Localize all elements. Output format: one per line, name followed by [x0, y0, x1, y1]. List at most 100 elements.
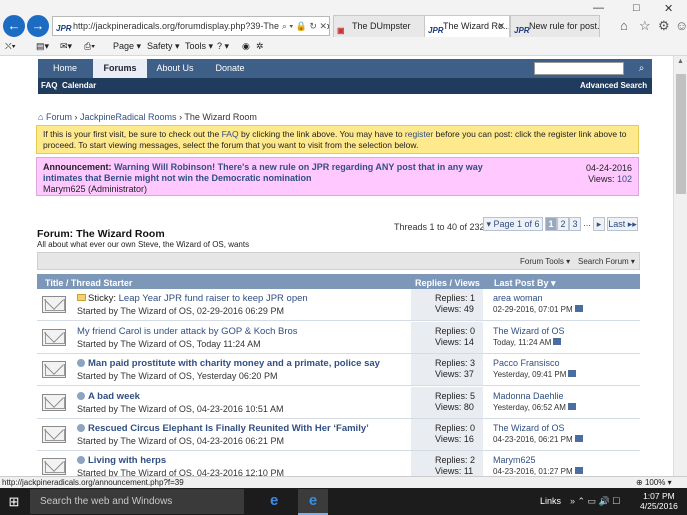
page-menu[interactable]: Page ▾ — [113, 41, 141, 52]
print-icon[interactable]: ⎙▾ — [84, 41, 95, 52]
last-post-author[interactable]: The Wizard of OS — [493, 326, 565, 337]
col-title[interactable]: Title / Thread Starter — [45, 278, 132, 288]
safety-menu[interactable]: Safety ▾ — [147, 41, 180, 52]
taskbar-clock[interactable]: 1:07 PM 4/25/2016 — [640, 491, 678, 511]
nav-about-us[interactable]: About Us — [151, 59, 199, 78]
zoom-level[interactable]: ⊕ 100% ▾ — [636, 477, 672, 488]
windows-start-icon[interactable]: ⊞ — [0, 488, 28, 515]
thread-title[interactable]: My friend Carol is under attack by GOP &… — [77, 326, 298, 337]
thread-title[interactable]: Man paid prostitute with charity money a… — [77, 358, 380, 369]
research-icon[interactable]: ◉ — [242, 41, 250, 52]
register-link[interactable]: register — [405, 129, 433, 139]
page-1[interactable]: 1 — [545, 217, 557, 231]
help-menu[interactable]: ? ▾ — [217, 41, 229, 52]
thread-title[interactable]: Rescued Circus Elephant Is Finally Reuni… — [77, 423, 369, 434]
faq-link[interactable]: FAQ — [222, 129, 239, 139]
feeds-icon[interactable]: ▤▾ — [36, 41, 49, 52]
page-3[interactable]: 3 — [569, 217, 581, 231]
taskbar-search[interactable]: Search the web and Windows — [30, 489, 244, 514]
last-post-author[interactable]: The Wizard of OS — [493, 423, 583, 434]
nav-forums[interactable]: Forums — [93, 59, 147, 78]
thread-title-link[interactable]: Man paid prostitute with charity money a… — [88, 358, 380, 369]
system-tray-icons[interactable]: » ⌃ ▭ 🔊 ☐ — [570, 496, 620, 507]
go-to-last-post-icon[interactable] — [567, 403, 576, 410]
page-scrollbar[interactable]: ▲ — [673, 56, 687, 476]
thread-row[interactable]: Man paid prostitute with charity money a… — [37, 354, 640, 386]
next-page-button[interactable]: ▸ — [593, 217, 605, 231]
feedback-smiley-icon[interactable]: ☺ — [675, 18, 687, 33]
go-to-last-post-icon[interactable] — [574, 305, 583, 312]
go-to-last-post-icon[interactable] — [568, 370, 577, 377]
close-window-button[interactable]: ✕ — [664, 2, 673, 15]
maximize-button[interactable]: □ — [633, 2, 640, 14]
address-tools-icons[interactable]: ⌕ ▾ 🔒 ↻ ✕ — [278, 17, 327, 35]
thread-title-link[interactable]: Living with herps — [88, 455, 166, 466]
tools-menu[interactable]: Tools ▾ — [185, 41, 213, 52]
subnav-calendar[interactable]: Calendar — [62, 81, 96, 90]
nav-home[interactable]: Home — [46, 59, 84, 78]
advanced-search-link[interactable]: Advanced Search — [580, 81, 647, 90]
pagination-ellipsis: ... — [583, 218, 591, 228]
thread-row[interactable]: Rescued Circus Elephant Is Finally Reuni… — [37, 419, 640, 451]
edge-browser-icon[interactable]: e — [270, 492, 278, 509]
page-of-dropdown[interactable]: ▾ Page 1 of 6 — [483, 217, 543, 231]
last-post-author[interactable]: Madonna Daehlie — [493, 391, 576, 402]
minimize-button[interactable]: — — [593, 2, 604, 14]
thread-title-link[interactable]: My friend Carol is under attack by GOP &… — [77, 326, 298, 337]
go-first-unread-icon[interactable] — [77, 392, 85, 400]
address-bar[interactable]: JPR http://jackpineradicals.org/forumdis… — [52, 16, 330, 36]
go-first-unread-icon[interactable] — [77, 424, 85, 432]
close-tab-icon[interactable]: ✕ — [497, 16, 505, 37]
tab-dumpster[interactable]: ▣ The DUmpster — [333, 15, 425, 37]
breadcrumb-parent[interactable]: JackpineRadical Rooms — [80, 112, 177, 122]
go-first-unread-icon[interactable] — [77, 456, 85, 464]
settings-gear-icon[interactable]: ⚙ — [658, 18, 670, 34]
favorites-star-icon[interactable]: ☆ — [639, 18, 651, 34]
thread-title[interactable]: Sticky: Leap Year JPR fund raiser to kee… — [77, 293, 308, 304]
subnav-faq[interactable]: FAQ — [41, 81, 57, 90]
sticky-icon — [77, 294, 86, 301]
mail-icon[interactable]: ✉▾ — [60, 41, 72, 52]
jpr-favicon-icon: JPR — [428, 26, 444, 35]
tab-new-rule[interactable]: JPR New rule for post... — [510, 15, 600, 37]
thread-title[interactable]: A bad week — [77, 391, 140, 402]
last-post-author[interactable]: area woman — [493, 293, 583, 304]
col-replies[interactable]: Replies / Views — [415, 278, 480, 288]
addon-gear-icon[interactable]: ✲ — [256, 41, 264, 52]
thread-title[interactable]: Living with herps — [77, 455, 166, 466]
home-icon[interactable]: ⌂ — [38, 112, 43, 122]
col-last-post[interactable]: Last Post By ▾ — [494, 278, 556, 289]
internet-explorer-icon[interactable]: e — [298, 489, 328, 515]
thread-row[interactable]: A bad week Started by The Wizard of OS, 0… — [37, 387, 640, 419]
breadcrumb-forum[interactable]: Forum — [46, 112, 72, 122]
add-favorites-icon[interactable]: ⛌▾ — [5, 41, 16, 52]
last-post-author[interactable]: Pacco Fransisco — [493, 358, 576, 369]
links-toolbar[interactable]: Links — [540, 496, 561, 506]
thread-title-link[interactable]: A bad week — [88, 391, 140, 402]
back-button[interactable]: ← — [3, 15, 25, 37]
forum-search-input[interactable] — [534, 62, 624, 75]
go-to-last-post-icon[interactable] — [574, 435, 583, 442]
page-2[interactable]: 2 — [557, 217, 569, 231]
go-to-last-post-icon[interactable] — [553, 338, 562, 345]
search-icon[interactable]: ⌕ — [635, 62, 648, 75]
go-to-last-post-icon[interactable] — [574, 467, 583, 474]
nav-donate[interactable]: Donate — [206, 59, 254, 78]
clock-time: 1:07 PM — [643, 491, 675, 501]
home-icon[interactable]: ⌂ — [620, 18, 628, 33]
last-page-button[interactable]: Last ▸▸ — [607, 217, 638, 231]
search-forum-menu[interactable]: Search Forum ▾ — [578, 257, 635, 266]
thread-row[interactable]: Sticky: Leap Year JPR fund raiser to kee… — [37, 289, 640, 321]
forward-button[interactable]: → — [27, 15, 49, 37]
scrollbar-thumb[interactable] — [676, 74, 686, 194]
forum-tools-menu[interactable]: Forum Tools ▾ — [520, 257, 570, 266]
scroll-up-icon[interactable]: ▲ — [677, 58, 684, 65]
thread-title-link[interactable]: Rescued Circus Elephant Is Finally Reuni… — [88, 423, 369, 434]
thread-row[interactable]: My friend Carol is under attack by GOP &… — [37, 322, 640, 354]
tab-wizard-room[interactable]: JPR The Wizard Ro... ✕ — [424, 15, 510, 37]
thread-title-link[interactable]: Leap Year JPR fund raiser to keep JPR op… — [119, 293, 308, 304]
go-first-unread-icon[interactable] — [77, 359, 85, 367]
thread-row[interactable]: Living with herps Started by The Wizard o… — [37, 451, 640, 476]
last-post-author[interactable]: Marym625 — [493, 455, 583, 466]
thread-envelope-icon — [42, 329, 66, 346]
